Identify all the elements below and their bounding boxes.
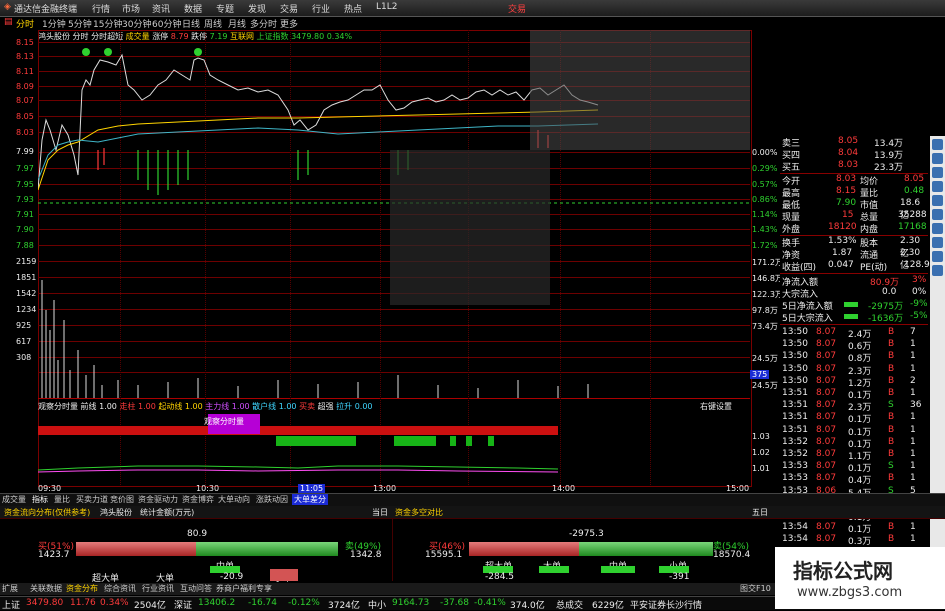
toolbar-icon[interactable] (932, 223, 943, 234)
tick-row: 13:51 8.07 0.1万 B 1 (782, 388, 916, 401)
period-tabs: ▤ 分时 1分钟 5分钟 15分钟 30分钟 60分钟 日线 周线 月线 多分时… (0, 16, 600, 30)
watermark: 指标公式网 www.zbgs3.com (775, 547, 945, 609)
btab-dddx[interactable]: 大单动向 (218, 494, 250, 505)
overlay-region-2 (390, 150, 550, 305)
toolbar-icon[interactable] (932, 153, 943, 164)
toolbar-icon[interactable] (932, 209, 943, 220)
right-toolbar (930, 136, 945, 596)
menu-industry[interactable]: 行业资讯 (142, 583, 174, 594)
btab-indicator[interactable]: 指标 (32, 494, 48, 505)
tab-fenshi[interactable]: 分时 (16, 17, 34, 30)
btab-ddcf[interactable]: 大单差分 (292, 494, 328, 505)
time-cursor-badge: 11:05 (298, 484, 326, 493)
app-title: 通达信金融终端 (14, 5, 78, 15)
indicator-tag: 观察分时量 (204, 417, 244, 426)
tab-15min[interactable]: 15分钟 (93, 17, 122, 30)
menu-hy[interactable]: 行业 (312, 2, 330, 15)
tick-row: 13:54 8.07 0.3万 B 1 (782, 534, 916, 548)
tick-row: 13:50 8.07 0.8万 B 1 (782, 351, 916, 365)
tick-row: 13:52 8.07 0.1万 B 1 (782, 436, 916, 450)
tick-row: 13:52 8.07 1.1万 B 1 (782, 449, 916, 462)
tab-day[interactable]: 日线 (182, 17, 200, 30)
toolbar-icon[interactable] (932, 237, 943, 248)
indicator-header: 观察分时量 前线 1.00 走柱 1.00 起动线 1.00 主力线 1.00 … (38, 401, 732, 412)
toolbar-icon[interactable] (932, 167, 943, 178)
menu-hq[interactable]: 行情 (92, 2, 110, 15)
toolbar-icon[interactable] (932, 251, 943, 262)
menu-rd[interactable]: 热点 (344, 2, 362, 15)
indicator-title[interactable]: 观察分时量 (38, 402, 78, 411)
menu-sc[interactable]: 市场 (122, 2, 140, 15)
tick-row: 13:50 8.07 2.3万 B 1 (782, 363, 916, 377)
toolbar-icon[interactable] (932, 265, 943, 276)
toolbar-icon[interactable] (932, 139, 943, 150)
tick-row: 13:51 8.07 2.3万 S 36 (782, 400, 922, 414)
btab-zjqd[interactable]: 资金驱动力 (138, 494, 178, 505)
tick-row: 13:50 8.07 2.4万 B 7 (782, 327, 916, 340)
tab-30min[interactable]: 30分钟 (122, 17, 151, 30)
tab-month[interactable]: 月线 (228, 17, 246, 30)
toolbar-icon[interactable] (932, 195, 943, 206)
btab-jingjia[interactable]: 竞价图 (110, 494, 134, 505)
fund-flow-5day: 买(46%) 15595.1 -2975.3 卖(54%) 18570.4 超大… (392, 519, 781, 582)
fund-flow-today: 买(51%) 1423.7 80.9 卖(49%) 1342.8 超大单 大单 … (0, 519, 390, 584)
btab-zjby[interactable]: 资金博弈 (182, 494, 214, 505)
toolbar-icon[interactable] (932, 181, 943, 192)
fund-flow-header: 资金流向分布(仅供参考) 鸿头股份 统计金额(万元) 当日 资金多空对比 五日 (0, 506, 945, 519)
menu-sj[interactable]: 数据 (184, 2, 202, 15)
menu-f10[interactable]: 图交F10 (740, 583, 771, 594)
btab-liangbi[interactable]: 量比 (54, 494, 70, 505)
menu-l1l2[interactable]: L1L2 (376, 2, 397, 12)
menu-zx[interactable]: 资讯 (152, 2, 170, 15)
tab-week[interactable]: 周线 (204, 17, 222, 30)
volume-cursor-badge: 375 (750, 370, 770, 379)
menu-related[interactable]: 关联数据 (30, 583, 62, 594)
tab-multi[interactable]: 多分时 (250, 17, 277, 30)
tab-60min[interactable]: 60分钟 (152, 17, 181, 30)
btab-volume[interactable]: 成交量 (2, 494, 26, 505)
trade-button[interactable]: 交易 (508, 2, 526, 15)
tick-row: 13:50 8.07 1.2万 B 2 (782, 375, 916, 389)
title-bar: ◈ 通达信金融终端 行情 市场 资讯 数据 专题 发现 交易 行业 热点 L1L… (0, 0, 945, 17)
tick-row: 13:51 8.07 0.1万 B 1 (782, 424, 916, 438)
indicator-plot (38, 414, 559, 473)
menu-qa[interactable]: 互动问答 (180, 583, 212, 594)
app-logo-icon: ◈ (4, 2, 11, 12)
tick-row: 13:50 8.07 0.6万 B 1 (782, 339, 916, 353)
btab-mmld[interactable]: 买卖力道 (76, 494, 108, 505)
tick-row: 13:51 8.07 0.1万 B 1 (782, 412, 916, 426)
tab-more[interactable]: 更多 (280, 17, 298, 30)
tab-5min[interactable]: 5分钟 (68, 17, 92, 30)
tick-row: 13:53 8.07 0.4万 B 1 (782, 473, 916, 487)
menu-news[interactable]: 综合资讯 (104, 583, 136, 594)
menu-zt[interactable]: 专题 (216, 2, 234, 15)
menu-fund-dist[interactable]: 资金分布 (66, 583, 98, 594)
chart-icon: ▤ (4, 17, 13, 27)
tick-row: 13:54 8.07 0.1万 B 1 (782, 522, 916, 536)
indicator-settings[interactable]: 右键设置 (700, 401, 732, 412)
btab-zddy[interactable]: 涨跌动因 (256, 494, 288, 505)
tab-1min[interactable]: 1分钟 (42, 17, 66, 30)
menu-welfare[interactable]: 券商户福利专享 (216, 583, 272, 594)
menu-jy[interactable]: 交易 (280, 2, 298, 15)
overlay-region (530, 30, 750, 150)
menu-fx[interactable]: 发现 (248, 2, 266, 15)
period-select[interactable]: 五日 (752, 507, 768, 518)
indicator-tabs: 成交量 指标 量比 买卖力道 竞价图 资金驱动力 资金博弈 大单动向 涨跌动因 … (0, 493, 945, 506)
info-menu-bar: 扩展 关联数据 资金分布 综合资讯 行业资讯 互动问答 券商户福利专享 图交F1… (0, 583, 780, 595)
menu-ext[interactable]: 扩展 (2, 583, 18, 594)
tick-row: 13:53 8.07 0.1万 S 1 (782, 461, 916, 475)
